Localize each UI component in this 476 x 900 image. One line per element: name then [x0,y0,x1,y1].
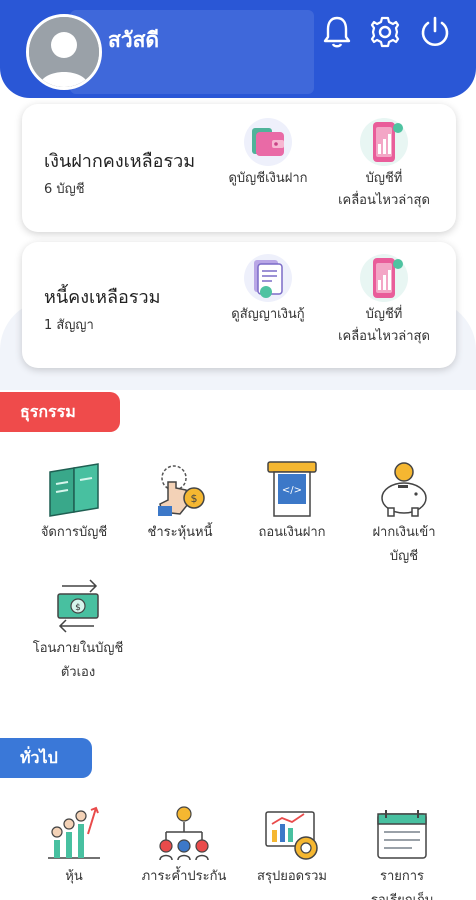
piggy-bank-icon [374,460,434,520]
money-transfer-icon: $ [48,576,108,636]
svg-text:$: $ [191,492,198,505]
manage-accounts-button[interactable]: จัดการบัญชี [14,460,134,544]
internal-transfer-button[interactable]: $ โอนภายในบัญชี ตัวเอง [18,576,138,684]
greeting-panel [70,10,314,94]
gear-icon[interactable] [368,14,402,50]
section-title-general: ทั่วไป [0,738,92,778]
stock-people-icon [44,804,104,864]
loan-summary-card[interactable]: หนี้คงเหลือรวม 1 สัญญา ดูสัญญาเงินกู้ บั… [22,242,456,368]
guarantee-obligations-button[interactable]: ภาระค้ำประกัน [124,804,244,888]
deposit-summary-card[interactable]: เงินฝากคงเหลือรวม 6 บัญชี ดูบัญชีเงินฝาก [22,104,456,232]
user-silhouette-icon [29,17,99,87]
summary-chart-icon [262,804,322,864]
bell-icon[interactable] [320,14,354,50]
wallet-icon [242,116,294,168]
view-loan-contracts-label: ดูสัญญาเงินกู้ [231,307,305,322]
recent-loan-accounts-button[interactable]: บัญชีที่ เคลื่อนไหวล่าสุด [324,252,444,348]
recent-label-line2: เคลื่อนไหวล่าสุด [338,193,430,208]
deposit-to-account-label-line1: ฝากเงินเข้า [372,525,436,540]
section-title-transactions: ธุรกรรม [0,392,120,432]
guarantor-network-icon [154,804,214,864]
total-summary-button[interactable]: สรุปยอดรวม [232,804,352,888]
atm-withdraw-icon: </> [262,460,322,520]
svg-text:$: $ [75,603,81,613]
internal-transfer-label-line1: โอนภายในบัญชี [32,641,124,656]
view-deposit-accounts-button[interactable]: ดูบัญชีเงินฝาก [208,116,328,190]
pay-shares-debt-label: ชำระหุ้นหนี้ [147,525,213,540]
total-summary-label: สรุปยอดรวม [257,869,327,884]
power-icon[interactable] [418,14,452,50]
contract-icon [242,252,294,304]
loan-title: หนี้คงเหลือรวม [44,287,161,308]
pay-shares-debt-button[interactable]: $ ชำระหุ้นหนี้ [120,460,240,544]
deposit-account-count: 6 บัญชี [44,182,85,197]
view-loan-contracts-button[interactable]: ดูสัญญาเงินกู้ [208,252,328,326]
calendar-list-icon [372,804,432,864]
withdraw-deposit-label: ถอนเงินฝาก [258,525,326,540]
shares-label: หุ้น [65,869,83,884]
internal-transfer-label-line2: ตัวเอง [60,665,96,680]
withdraw-deposit-button[interactable]: </> ถอนเงินฝาก [232,460,352,544]
recent-label-line1: บัญชีที่ [365,171,403,186]
deposit-to-account-label-line2: บัญชี [389,549,419,564]
deposit-title: เงินฝากคงเหลือรวม [44,151,196,172]
pending-collection-label-line1: รายการ [379,869,425,884]
shares-button[interactable]: หุ้น [14,804,134,888]
svg-text:</>: </> [282,485,302,496]
avatar[interactable] [26,14,102,90]
pending-collection-label-line2: รอเรียกเก็บ [342,890,462,900]
greeting-text: สวัสดี [108,28,160,52]
passbook-icon [44,460,104,520]
recent-deposit-accounts-button[interactable]: บัญชีที่ เคลื่อนไหวล่าสุด [324,116,444,212]
recent-label-line2: เคลื่อนไหวล่าสุด [338,329,430,344]
view-deposit-accounts-label: ดูบัญชีเงินฝาก [228,171,308,186]
deposit-to-account-button[interactable]: ฝากเงินเข้า บัญชี [344,460,464,568]
hand-coin-icon: $ [150,460,210,520]
manage-accounts-label: จัดการบัญชี [40,525,108,540]
guarantee-obligations-label: ภาระค้ำประกัน [141,869,227,884]
phone-chart-icon [358,116,410,168]
recent-label-line1: บัญชีที่ [365,307,403,322]
pending-collection-button[interactable]: รายการ รอเรียกเก็บ [342,804,462,900]
loan-contract-count: 1 สัญญา [44,318,94,333]
phone-chart-icon [358,252,410,304]
